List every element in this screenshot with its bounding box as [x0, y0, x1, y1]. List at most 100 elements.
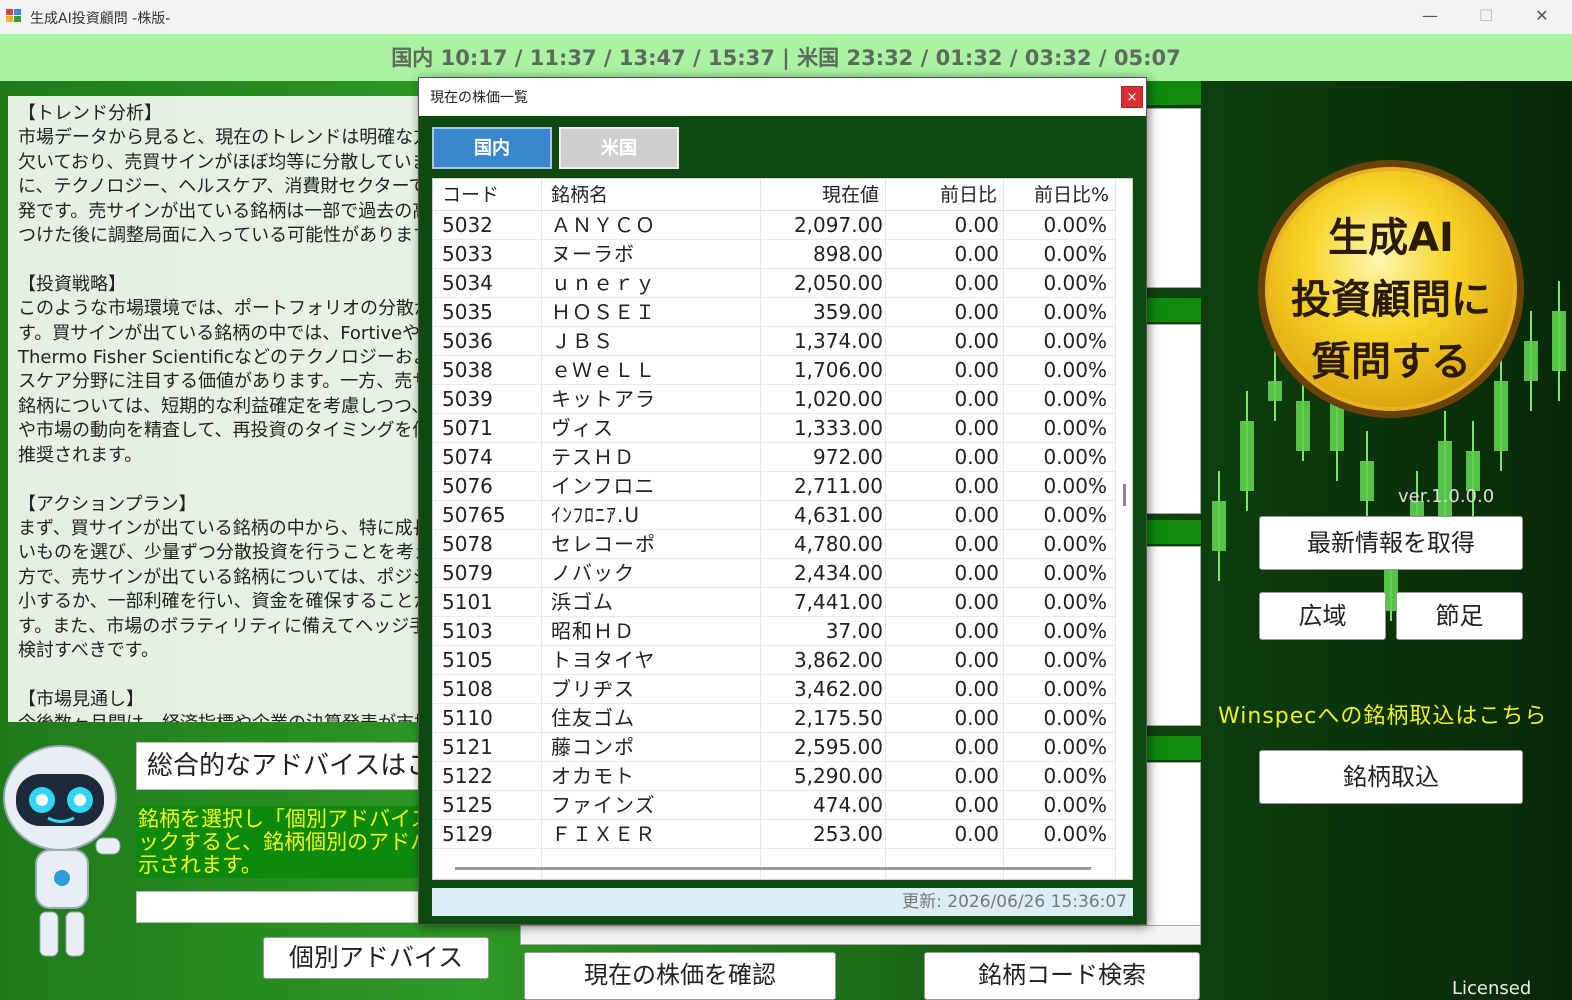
column-header-price[interactable]: 現在値 [760, 179, 885, 211]
current-price: 2,711.00 [793, 474, 883, 498]
column-header-change-pct[interactable]: 前日比% [1003, 179, 1115, 211]
stock-code: 5035 [442, 300, 493, 324]
import-stocks-button[interactable]: 銘柄取込 [1259, 750, 1523, 804]
candle-period-button[interactable]: 節足 [1396, 592, 1523, 640]
table-row[interactable]: 5078 セレコーポ 4,780.00 0.00 0.00% [433, 530, 1115, 559]
wide-area-button[interactable]: 広域 [1259, 592, 1386, 640]
fetch-latest-button[interactable]: 最新情報を取得 [1259, 516, 1523, 570]
candle-body [1466, 451, 1480, 491]
stock-code: 5110 [442, 706, 493, 730]
current-price: 1,706.00 [793, 358, 883, 382]
column-header-code[interactable]: コード [442, 179, 541, 211]
table-row[interactable]: 5076 インフロニ 2,711.00 0.00 0.00% [433, 472, 1115, 501]
price-change-pct: 0.00% [1043, 764, 1107, 788]
current-price: 7,441.00 [793, 590, 883, 614]
price-change-pct: 0.00% [1043, 474, 1107, 498]
stock-code: 5078 [442, 532, 493, 556]
ask-ai-button[interactable]: 生成AI 投資顧問に 質問する [1258, 160, 1524, 418]
price-table[interactable]: コード 銘柄名 現在値 前日比 前日比% 5032 ＡＮＹＣＯ 2,097.00 0.… [432, 178, 1133, 880]
table-row[interactable]: 5121 藤コンポ 2,595.00 0.00 0.00% [433, 733, 1115, 762]
tab-domestic[interactable]: 国内 [432, 127, 552, 169]
stock-name: ファインズ [551, 793, 656, 817]
current-price: 37.00 [825, 619, 883, 643]
table-row[interactable]: 5103 昭和ＨＤ 37.00 0.00 0.00% [433, 617, 1115, 646]
stock-code: 50765 [442, 503, 506, 527]
stock-name: セレコーポ [551, 532, 656, 556]
stock-name: 浜ゴム [551, 590, 614, 614]
stock-code: 5036 [442, 329, 493, 353]
candle-body [1240, 421, 1254, 491]
table-header: コード 銘柄名 現在値 前日比 前日比% [433, 179, 1115, 211]
table-row[interactable]: 5032 ＡＮＹＣＯ 2,097.00 0.00 0.00% [433, 211, 1115, 240]
price-list-dialog: 現在の株価一覧 × 国内 米国 コード 銘柄名 現在値 前日比 前日比% 503… [418, 77, 1147, 925]
stock-name: ｲﾝﾌﾛﾆｱ.U [551, 503, 640, 527]
table-row[interactable]: 5038 ｅＷｅＬＬ 1,706.00 0.00 0.00% [433, 356, 1115, 385]
individual-advice-button[interactable]: 個別アドバイス [263, 937, 489, 979]
table-row[interactable]: 5074 テスＨＤ 972.00 0.00 0.00% [433, 443, 1115, 472]
analysis-text-panel[interactable]: 【トレンド分析】 市場データから見ると、現在のトレンドは明確な方向性を 欠いてお… [8, 96, 420, 722]
table-row[interactable]: 5034 ｕｎｅｒｙ 2,050.00 0.00 0.00% [433, 269, 1115, 298]
stock-name: ｕｎｅｒｙ [551, 271, 656, 295]
minimize-button[interactable]: — [1402, 0, 1458, 34]
panel-strip [1146, 298, 1201, 322]
stock-name: オカモト [551, 764, 635, 788]
price-change: 0.00 [954, 213, 999, 237]
overall-advice-title[interactable]: 総合的なアドバイスはこちら [136, 742, 426, 790]
horizontal-scrollbar[interactable] [455, 867, 1091, 870]
table-row[interactable]: 50765 ｲﾝﾌﾛﾆｱ.U 4,631.00 0.00 0.00% [433, 501, 1115, 530]
background-panel [1146, 108, 1201, 288]
background-panel [1146, 762, 1201, 932]
current-price: 2,595.00 [793, 735, 883, 759]
table-row[interactable]: 5036 ＪＢＳ 1,374.00 0.00 0.00% [433, 327, 1115, 356]
table-row[interactable]: 5033 ヌーラボ 898.00 0.00 0.00% [433, 240, 1115, 269]
advice-hint-text: 銘柄を選択し「個別アドバイス」をクリ ックすると、銘柄個別のアドバイスが表 示さ… [136, 806, 426, 878]
dialog-close-button[interactable]: × [1121, 86, 1143, 108]
vertical-scrollbar[interactable] [1123, 484, 1126, 506]
maximize-button[interactable]: ☐ [1458, 0, 1514, 34]
stock-code: 5079 [442, 561, 493, 585]
advice-input[interactable] [136, 891, 426, 923]
stock-name: ｅＷｅＬＬ [551, 358, 656, 382]
table-row[interactable]: 5105 トヨタイヤ 3,862.00 0.00 0.00% [433, 646, 1115, 675]
column-divider [1115, 179, 1116, 879]
stock-name: インフロニ [551, 474, 656, 498]
check-price-button[interactable]: 現在の株価を確認 [524, 952, 836, 1000]
price-change: 0.00 [954, 329, 999, 353]
window-titlebar: 生成AI投資顧問 -株版- — ☐ ✕ [0, 0, 1572, 34]
table-row[interactable]: 5079 ノバック 2,434.00 0.00 0.00% [433, 559, 1115, 588]
tab-us[interactable]: 米国 [559, 127, 679, 169]
table-row[interactable]: 5110 住友ゴム 2,175.50 0.00 0.00% [433, 704, 1115, 733]
price-change: 0.00 [954, 735, 999, 759]
table-row[interactable]: 5035 ＨＯＳＥＩ 359.00 0.00 0.00% [433, 298, 1115, 327]
price-change-pct: 0.00% [1043, 561, 1107, 585]
table-row[interactable]: 5039 キットアラ 1,020.00 0.00 0.00% [433, 385, 1115, 414]
price-change: 0.00 [954, 764, 999, 788]
column-header-name[interactable]: 銘柄名 [551, 179, 760, 211]
table-row[interactable]: 5125 ファインズ 474.00 0.00 0.00% [433, 791, 1115, 820]
table-row[interactable]: 5071 ヴィス 1,333.00 0.00 0.00% [433, 414, 1115, 443]
column-header-change[interactable]: 前日比 [885, 179, 1003, 211]
stock-code: 5122 [442, 764, 493, 788]
close-button[interactable]: ✕ [1514, 0, 1570, 34]
price-change: 0.00 [954, 561, 999, 585]
stock-name: トヨタイヤ [551, 648, 656, 672]
stock-name: テスＨＤ [551, 445, 635, 469]
table-row[interactable]: 5122 オカモト 5,290.00 0.00 0.00% [433, 762, 1115, 791]
code-search-button[interactable]: 銘柄コード検索 [924, 952, 1200, 1000]
price-change: 0.00 [954, 532, 999, 556]
stock-name: 藤コンポ [551, 735, 635, 759]
current-price: 1,333.00 [793, 416, 883, 440]
price-change-pct: 0.00% [1043, 503, 1107, 527]
stock-code: 5071 [442, 416, 493, 440]
price-change: 0.00 [954, 648, 999, 672]
stock-name: 住友ゴム [551, 706, 635, 730]
table-row[interactable]: 5129 ＦＩＸＥＲ 253.00 0.00 0.00% [433, 820, 1115, 849]
dialog-title: 現在の株価一覧 [430, 90, 528, 106]
current-price: 3,462.00 [793, 677, 883, 701]
candle-body [1296, 401, 1310, 451]
stock-name: ヴィス [551, 416, 614, 440]
table-row[interactable]: 5101 浜ゴム 7,441.00 0.00 0.00% [433, 588, 1115, 617]
background-panel-bottom [520, 925, 1201, 945]
current-price: 2,097.00 [793, 213, 883, 237]
table-row[interactable]: 5108 ブリヂス 3,462.00 0.00 0.00% [433, 675, 1115, 704]
